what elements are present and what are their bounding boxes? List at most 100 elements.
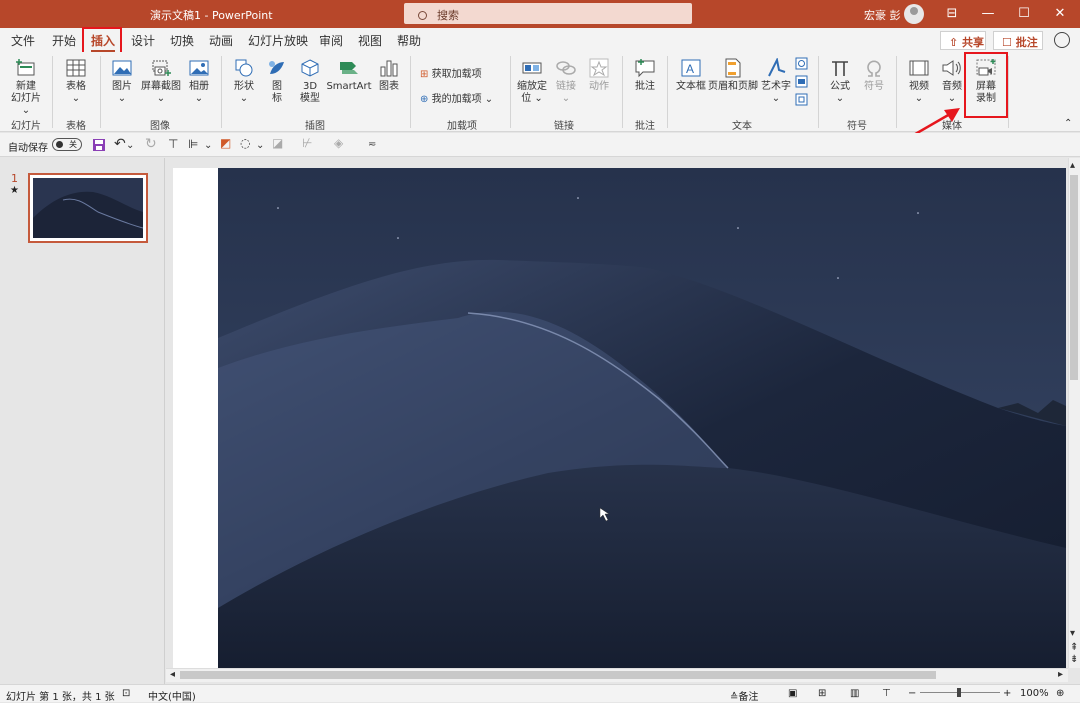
group-divider — [510, 56, 511, 128]
crop-icon[interactable]: ⊬ — [302, 136, 312, 150]
tab-view[interactable]: 视图 — [358, 32, 382, 49]
scroll-down-icon[interactable]: ▾ — [1070, 628, 1075, 639]
shape-fill-icon[interactable]: ◌ — [240, 136, 250, 150]
textbox-button[interactable]: A 文本框 — [674, 58, 708, 93]
new-slide-button[interactable]: 新建 幻灯片 ⌄ — [6, 58, 46, 117]
tab-help[interactable]: 帮助 — [397, 32, 421, 49]
date-time-button[interactable] — [795, 57, 808, 73]
tab-slideshow[interactable]: 幻灯片放映 — [248, 32, 308, 49]
group-addins: 加载项 — [447, 121, 477, 132]
vertical-scroll-thumb[interactable] — [1070, 175, 1078, 380]
3d-model-button[interactable]: 3D 模型 — [296, 58, 324, 105]
video-icon — [909, 60, 929, 76]
reading-view-icon[interactable]: ▥ — [850, 688, 859, 699]
slide-background-image[interactable] — [218, 168, 1066, 668]
album-button[interactable]: 相册 ⌄ — [184, 58, 214, 105]
autosave-toggle[interactable]: 关 — [52, 138, 82, 151]
picture-button[interactable]: 图片 ⌄ — [106, 58, 138, 105]
notes-button[interactable]: ≙备注 — [730, 688, 758, 703]
save-icon[interactable] — [92, 138, 106, 152]
accessibility-icon[interactable]: ⊡ — [122, 688, 130, 699]
action-button[interactable]: 动作 — [584, 58, 614, 93]
close-button[interactable]: ✕ — [1040, 0, 1080, 28]
desert-dune-picture — [218, 168, 1066, 668]
icons-label-2: 标 — [272, 93, 282, 104]
slide-sorter-icon[interactable]: ⊞ — [818, 688, 826, 699]
zoom-label-2: 位 ⌄ — [521, 93, 543, 104]
zoom-in-icon[interactable]: + — [1003, 688, 1011, 699]
my-addins-button[interactable]: ⊕ 我的加载项 ⌄ — [420, 90, 493, 105]
search-box[interactable]: 搜索 — [404, 3, 692, 24]
screenshot-button[interactable]: 屏幕截图 ⌄ — [140, 58, 182, 105]
share-button[interactable]: ⇧ 共享 — [940, 31, 986, 50]
tab-review[interactable]: 审阅 — [319, 32, 343, 49]
minimize-button[interactable]: — — [968, 0, 1008, 28]
comments-button[interactable]: ☐ 批注 — [993, 31, 1043, 50]
speaker-icon — [942, 60, 961, 76]
shape-dropdown-icon[interactable]: ⌄ — [256, 140, 264, 151]
wordart-button[interactable]: 艺术字 ⌄ — [760, 58, 792, 105]
undo-icon[interactable]: ↶ — [114, 136, 126, 152]
highlight-screen-recording — [964, 52, 1008, 118]
avatar[interactable] — [904, 4, 924, 24]
link-button[interactable]: 链接 ⌄ — [552, 58, 580, 105]
feedback-smiley-icon[interactable] — [1054, 32, 1070, 48]
fill-bucket-icon[interactable]: ◈ — [334, 136, 343, 150]
zoom-level[interactable]: 100% — [1020, 688, 1049, 699]
scroll-up-icon[interactable]: ▴ — [1070, 160, 1075, 171]
symbol-button[interactable]: 符号 — [860, 58, 888, 93]
slideshow-icon[interactable]: ⊤ — [882, 688, 891, 699]
search-placeholder: 搜索 — [437, 9, 459, 22]
tab-design[interactable]: 设计 — [131, 32, 155, 49]
scroll-left-icon[interactable]: ◂ — [170, 669, 175, 680]
next-slide-icon[interactable]: ⇟ — [1070, 654, 1078, 665]
redo-icon[interactable]: ↻ — [145, 136, 157, 152]
object-button[interactable] — [795, 93, 808, 109]
slide-thumbnail[interactable] — [28, 173, 148, 243]
scroll-right-icon[interactable]: ▸ — [1058, 669, 1063, 680]
format-painter-icon[interactable]: ◩ — [220, 136, 231, 150]
zoom-button[interactable]: 缩放定 位 ⌄ — [514, 58, 550, 105]
normal-view-icon[interactable]: ▣ — [788, 688, 797, 699]
group-text: 文本 — [732, 121, 752, 132]
tab-home[interactable]: 开始 — [52, 32, 76, 49]
equation-button[interactable]: 公式 ⌄ — [826, 58, 854, 105]
align-dropdown-icon[interactable]: ⌄ — [204, 140, 212, 151]
slide-number-button[interactable] — [795, 75, 808, 91]
tab-animations[interactable]: 动画 — [209, 32, 233, 49]
icons-button[interactable]: 图 标 — [264, 58, 290, 105]
fit-to-window-icon[interactable]: ⊕ — [1056, 688, 1064, 699]
addins-icon: ⊕ — [420, 94, 429, 105]
undo-dropdown-icon[interactable]: ⌄ — [126, 140, 134, 151]
picture-icon — [112, 60, 132, 76]
tab-file[interactable]: 文件 — [11, 32, 35, 49]
horizontal-scroll-thumb[interactable] — [180, 671, 936, 679]
maximize-button[interactable]: ☐ — [1004, 0, 1044, 28]
photo-album-icon — [189, 60, 209, 76]
ribbon-display-button[interactable]: ⊟ — [932, 0, 972, 28]
new-comment-button[interactable]: 批注 — [630, 58, 660, 93]
user-name[interactable]: 宏豪 彭 — [864, 7, 901, 23]
shapes-button[interactable]: 形状 ⌄ — [228, 58, 260, 105]
collapse-ribbon-button[interactable]: ⌃ — [1064, 118, 1072, 129]
zoom-out-icon[interactable]: − — [908, 688, 916, 699]
language-status[interactable]: 中文(中国) — [148, 688, 196, 703]
presenter-icon[interactable]: ⊤ — [168, 137, 178, 151]
align-icon[interactable]: ⊫ — [188, 137, 198, 151]
outline-icon[interactable]: ◪ — [272, 136, 283, 150]
zoom-slider-knob[interactable] — [957, 688, 961, 697]
chart-button[interactable]: 图表 — [376, 58, 402, 93]
video-button[interactable]: 视频 ⌄ — [904, 58, 934, 105]
audio-button[interactable]: 音频 ⌄ — [938, 58, 966, 105]
header-footer-button[interactable]: 页眉和页脚 — [708, 58, 758, 93]
table-button[interactable]: 表格 ⌄ — [58, 58, 94, 105]
tab-transitions[interactable]: 切换 — [170, 32, 194, 49]
previous-slide-icon[interactable]: ⇞ — [1070, 642, 1078, 653]
customize-toolbar-icon[interactable]: ≂ — [368, 139, 376, 150]
slide-thumbnail-image — [33, 178, 143, 238]
smartart-button[interactable]: SmartArt — [326, 58, 372, 93]
3d-model-label-2: 模型 — [300, 93, 320, 104]
quick-access-toolbar — [0, 133, 1080, 157]
3d-model-label: 3D — [302, 81, 318, 92]
get-addins-button[interactable]: ⊞ 获取加载项 — [420, 65, 482, 80]
